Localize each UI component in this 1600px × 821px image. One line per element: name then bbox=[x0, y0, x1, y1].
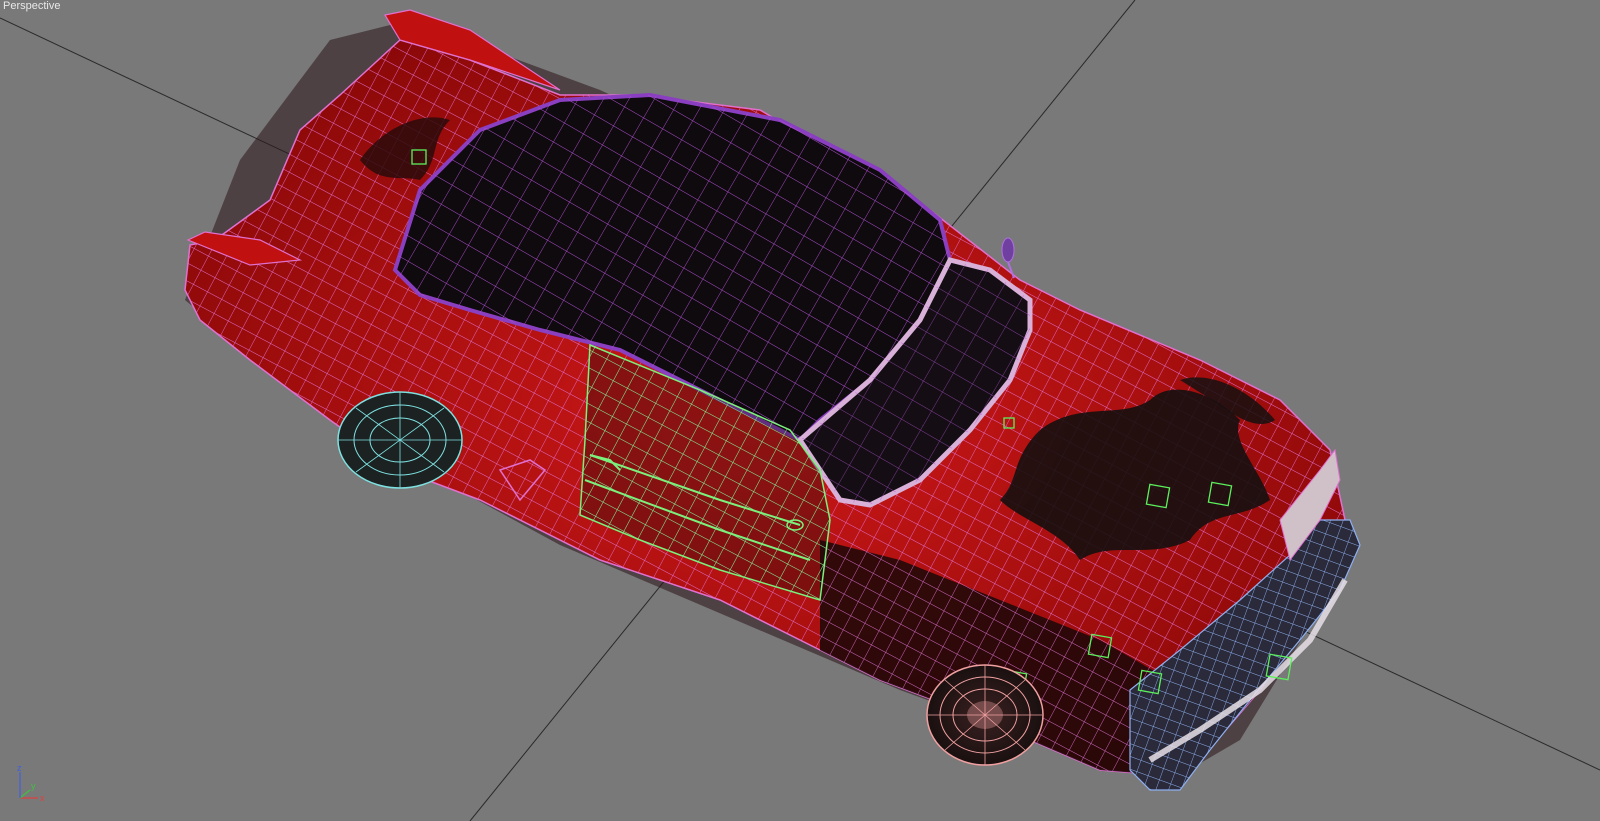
rear-wheel bbox=[337, 391, 463, 489]
car-model[interactable] bbox=[184, 9, 1361, 791]
perspective-viewport[interactable]: Perspective x y z bbox=[0, 0, 1600, 821]
x-axis-label: x bbox=[40, 793, 45, 803]
y-axis-line bbox=[19, 789, 31, 799]
front-wheel bbox=[926, 664, 1044, 766]
y-axis-label: y bbox=[31, 781, 36, 791]
axis-gizmo[interactable]: x y z bbox=[8, 762, 52, 810]
z-axis-label: z bbox=[17, 763, 22, 773]
scene-canvas[interactable] bbox=[0, 0, 1600, 821]
